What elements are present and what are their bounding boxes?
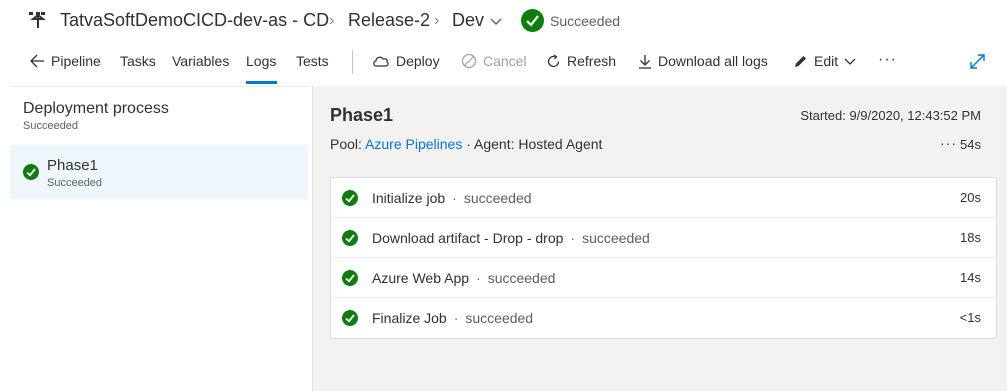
step-label: Initialize job · succeeded xyxy=(372,190,532,206)
step-status: succeeded xyxy=(465,310,534,326)
deploy-label: Deploy xyxy=(396,53,440,69)
success-check-icon xyxy=(23,164,39,180)
cancel-label: Cancel xyxy=(483,53,527,69)
phase-more-button[interactable]: ··· xyxy=(940,135,957,151)
started-timestamp: Started: 9/9/2020, 12:43:52 PM xyxy=(800,108,981,123)
step-label: Azure Web App · succeeded xyxy=(372,270,555,286)
success-check-icon xyxy=(521,9,544,32)
cancel-button[interactable]: Cancel xyxy=(461,53,527,69)
refresh-icon xyxy=(547,53,560,67)
tab-label: Tests xyxy=(296,53,329,69)
refresh-label: Refresh xyxy=(567,53,617,69)
chevron-down-icon[interactable] xyxy=(489,14,503,28)
edit-label: Edit xyxy=(814,53,839,69)
step-status: succeeded xyxy=(487,270,556,286)
arrow-left-icon xyxy=(30,54,44,68)
success-check-icon xyxy=(342,270,358,286)
success-check-icon xyxy=(342,190,358,206)
tab-tests[interactable]: Tests xyxy=(296,53,329,69)
active-tab-indicator xyxy=(246,81,277,84)
step-name: Azure Web App xyxy=(372,270,470,286)
breadcrumb-stage[interactable]: Dev xyxy=(452,10,484,31)
phase-duration: 54s xyxy=(960,137,981,152)
step-duration: 18s xyxy=(960,230,981,245)
pool-info: Pool: Azure Pipelines · Agent: Hosted Ag… xyxy=(330,136,602,152)
step-duration: <1s xyxy=(959,310,981,325)
step-duration: 14s xyxy=(960,270,981,285)
phase-detail-panel: Phase1 Started: 9/9/2020, 12:43:52 PM Po… xyxy=(312,86,1007,391)
status-badge: Succeeded xyxy=(550,13,621,29)
tab-tasks[interactable]: Tasks xyxy=(120,53,156,69)
chevron-down-icon xyxy=(844,58,856,65)
deployment-process-status: Succeeded xyxy=(23,120,79,132)
pencil-icon xyxy=(795,55,806,67)
separator: · xyxy=(453,310,459,326)
download-all-logs-button[interactable]: Download all logs xyxy=(638,53,768,69)
separator: · xyxy=(570,230,576,246)
separator: · xyxy=(476,270,481,286)
refresh-button[interactable]: Refresh xyxy=(546,53,616,69)
phase-title: Phase1 xyxy=(330,105,394,125)
agent-info: · Agent: Hosted Agent xyxy=(466,136,603,152)
deployment-process-title: Deployment process xyxy=(23,100,169,117)
phase-list-item[interactable]: Phase1 Succeeded xyxy=(10,145,308,199)
step-duration: 20s xyxy=(960,190,981,205)
phase-name: Phase1 xyxy=(47,157,98,174)
step-status: succeeded xyxy=(463,190,532,206)
tab-logs[interactable]: Logs xyxy=(246,53,276,69)
deployment-process-header[interactable]: Deployment process Succeeded xyxy=(23,100,169,132)
expand-icon[interactable] xyxy=(969,53,986,70)
step-label: Finalize Job · succeeded xyxy=(372,310,533,326)
table-row[interactable]: Initialize job · succeeded 20s xyxy=(331,178,996,218)
header: TatvaSoftDemoCICD-dev-as - CD › Release-… xyxy=(0,0,1007,42)
separator: · xyxy=(452,190,457,206)
breadcrumb-pipeline[interactable]: TatvaSoftDemoCICD-dev-as - CD xyxy=(60,10,329,31)
step-name: Initialize job xyxy=(372,190,446,206)
cloud-icon xyxy=(373,56,389,67)
step-status: succeeded xyxy=(582,230,650,246)
deployment-process-panel: Deployment process Succeeded Phase1 Succ… xyxy=(10,86,310,391)
success-check-icon xyxy=(342,310,358,326)
step-label: Download artifact - Drop - drop · succeede… xyxy=(372,230,650,246)
pool-link[interactable]: Azure Pipelines xyxy=(365,136,462,152)
back-label: Pipeline xyxy=(51,53,101,69)
toolbar: Pipeline Tasks Variables Logs Tests Depl… xyxy=(0,42,1007,86)
table-row[interactable]: Download artifact - Drop - drop · succeede… xyxy=(331,218,996,258)
back-to-pipeline-button[interactable]: Pipeline xyxy=(30,53,101,69)
step-name: Finalize Job xyxy=(372,310,447,326)
step-name: Download artifact - Drop - drop xyxy=(372,230,564,246)
success-check-icon xyxy=(342,230,358,246)
pool-label: Pool: xyxy=(330,136,362,152)
breadcrumb-separator: › xyxy=(329,12,335,29)
tab-variables[interactable]: Variables xyxy=(172,53,229,69)
table-row[interactable]: Finalize Job · succeeded <1s xyxy=(331,298,996,338)
download-label: Download all logs xyxy=(658,53,768,69)
deploy-button[interactable]: Deploy xyxy=(372,53,440,69)
table-row[interactable]: Azure Web App · succeeded 14s xyxy=(331,258,996,298)
more-actions-button[interactable]: ··· xyxy=(878,51,897,69)
edit-button[interactable]: Edit xyxy=(793,53,856,69)
breadcrumb-separator: › xyxy=(434,12,440,29)
step-list: Initialize job · succeeded 20s Download ar… xyxy=(330,177,997,339)
phase-status: Succeeded xyxy=(47,177,103,189)
breadcrumb-release[interactable]: Release-2 xyxy=(348,10,430,31)
toolbar-divider xyxy=(352,50,353,74)
download-icon xyxy=(639,54,651,69)
tab-label: Logs xyxy=(246,53,277,69)
tab-label: Variables xyxy=(172,53,230,69)
release-pipeline-icon xyxy=(29,12,46,28)
cancel-icon xyxy=(461,53,477,69)
tab-label: Tasks xyxy=(120,53,156,69)
